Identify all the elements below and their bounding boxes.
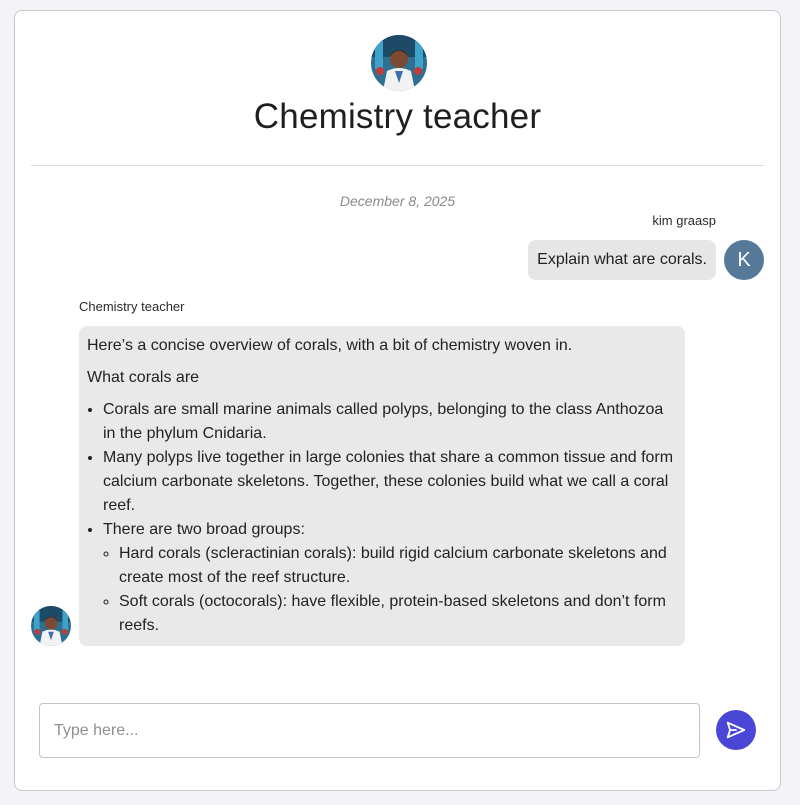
list-item: Many polyps live together in large colon… bbox=[103, 446, 677, 518]
bot-message-section-title: What corals are bbox=[87, 369, 200, 386]
header-divider bbox=[31, 165, 764, 166]
bot-message-bubble: Here’s a concise overview of corals, wit… bbox=[79, 326, 685, 646]
sub-list-item: Soft corals (octocorals): have flexible,… bbox=[119, 590, 677, 638]
send-button[interactable] bbox=[716, 710, 756, 750]
user-avatar: K bbox=[724, 240, 764, 280]
chat-panel: Chemistry teacher December 8, 2025 kim g… bbox=[14, 10, 781, 791]
bot-message-intro: Here’s a concise overview of corals, wit… bbox=[87, 337, 573, 354]
list-item: Corals are small marine animals called p… bbox=[103, 398, 677, 446]
message-input[interactable] bbox=[40, 704, 699, 757]
bot-message-list: Corals are small marine animals called p… bbox=[87, 398, 677, 638]
sub-list-item: Hard corals (scleractinian corals): buil… bbox=[119, 542, 677, 590]
message-input-container bbox=[39, 703, 700, 758]
user-message-author: kim graasp bbox=[652, 213, 716, 228]
teacher-avatar bbox=[371, 35, 427, 91]
teacher-avatar-icon bbox=[31, 606, 71, 646]
bot-message-author: Chemistry teacher bbox=[79, 299, 185, 314]
date-separator: December 8, 2025 bbox=[339, 193, 456, 209]
user-message-bubble: Explain what are corals. bbox=[528, 240, 716, 280]
list-item: There are two broad groups: bbox=[103, 521, 305, 538]
bot-message-sublist: Hard corals (scleractinian corals): buil… bbox=[103, 542, 677, 638]
list-item-with-sublist: There are two broad groups: Hard corals … bbox=[103, 518, 677, 638]
bot-avatar bbox=[31, 606, 71, 646]
send-icon bbox=[726, 721, 746, 739]
teacher-avatar-icon bbox=[371, 35, 427, 91]
page-title: Chemistry teacher bbox=[253, 97, 542, 136]
